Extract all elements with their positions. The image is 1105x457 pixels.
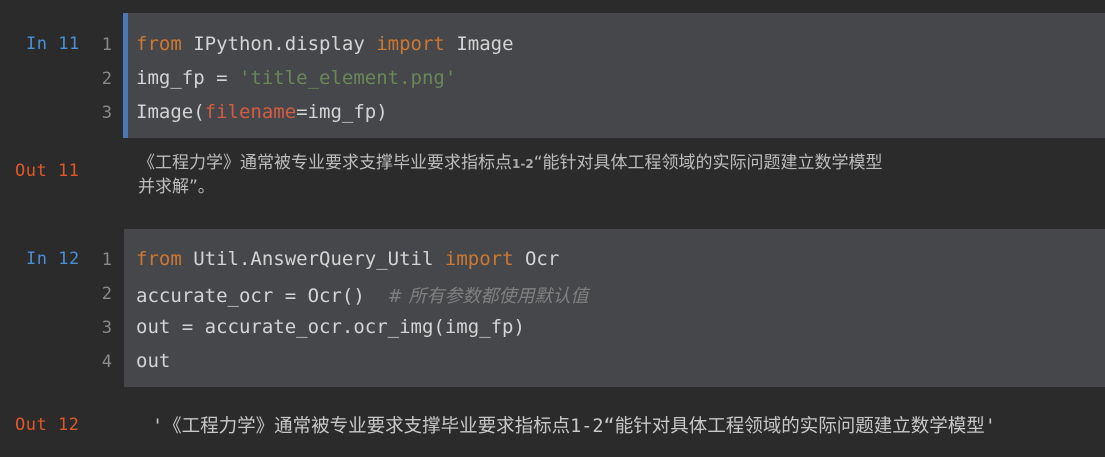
code-line-4[interactable]: out <box>136 350 170 372</box>
code-text: Util.AnswerQuery_Util <box>181 248 445 270</box>
line-number: 3 <box>101 103 112 123</box>
code-line-2[interactable]: accurate_ocr = Ocr() # 所有参数都使用默认值 <box>136 282 588 308</box>
line-number: 3 <box>101 318 112 338</box>
text-output: '《工程力学》通常被专业要求支撑毕业要求指标点1-2“能针对具体工程领域的实际问… <box>152 416 996 437</box>
cell-11-in-prompt: In 11 <box>26 34 80 54</box>
code-line-3[interactable]: Image(filename=img_fp) <box>136 101 388 123</box>
code-text: accurate_ocr = Ocr() <box>136 285 388 307</box>
code-text: IPython.display <box>181 33 377 55</box>
keyword: import <box>444 248 514 270</box>
cell-12-in-prompt: In 12 <box>26 249 80 269</box>
code-text: Image <box>444 33 514 55</box>
cell-11-out-prompt: Out 11 <box>15 161 80 181</box>
line-number: 4 <box>101 352 112 372</box>
line-number: 2 <box>101 284 112 304</box>
code-line-2[interactable]: img_fp = 'title_element.png' <box>136 67 456 89</box>
code-line-1[interactable]: from Util.AnswerQuery_Util import Ocr <box>136 248 559 270</box>
keyword-argument: filename <box>204 101 297 123</box>
line-number: 2 <box>101 69 112 89</box>
code-line-1[interactable]: from IPython.display import Image <box>136 33 514 55</box>
code-text: out = accurate_ocr.ocr_img(img_fp) <box>136 316 525 338</box>
code-line-3[interactable]: out = accurate_ocr.ocr_img(img_fp) <box>136 316 525 338</box>
cell-12-out-prompt: Out 12 <box>15 415 80 435</box>
keyword: import <box>376 33 445 55</box>
code-text: =img_fp) <box>296 101 388 123</box>
code-text: Image( <box>136 101 205 123</box>
line-number: 1 <box>101 250 112 270</box>
image-output: 《工程力学》通常被专业要求支撑毕业要求指标点1-2“能针对具体工程领域的实际问题… <box>138 152 958 199</box>
line-number: 1 <box>101 35 112 55</box>
code-comment: # 所有参数都使用默认值 <box>387 286 589 307</box>
image-output-line-2: 并求解”。 <box>138 177 215 197</box>
code-text: img_fp = <box>136 67 239 89</box>
code-text: out <box>136 350 171 372</box>
string-literal: 'title_element.png' <box>238 67 457 89</box>
notebook: In 11 1 2 3 from IPython.display import … <box>0 0 1105 457</box>
code-text: Ocr <box>513 248 560 270</box>
keyword: from <box>136 248 182 270</box>
keyword: from <box>136 33 182 55</box>
image-output-line-1: 《工程力学》通常被专业要求支撑毕业要求指标点1-2“能针对具体工程领域的实际问题… <box>138 153 883 173</box>
